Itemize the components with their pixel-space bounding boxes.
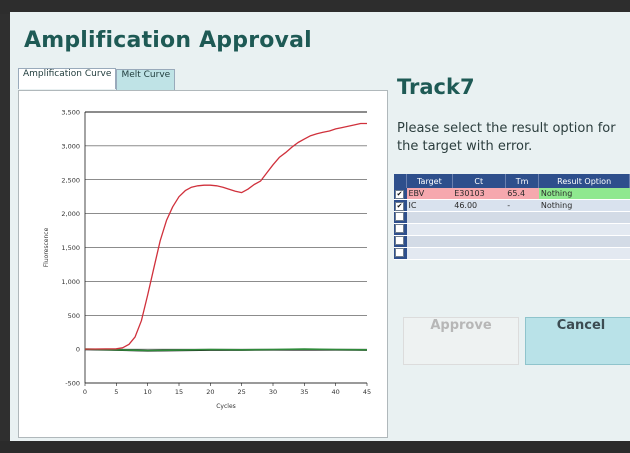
empty-table-row[interactable] — [394, 223, 630, 236]
tab-melt-curve[interactable]: Melt Curve — [116, 69, 176, 90]
x-axis-title: Cycles — [216, 403, 236, 410]
cell-ct: E30103 — [452, 188, 506, 200]
amplification-chart-panel: -500 0 500 1,000 1,500 2,000 2,500 3,000 3,500 0 5… — [18, 90, 388, 438]
row-checkbox-cell[interactable] — [394, 223, 407, 236]
table-row[interactable]: ✔ EBV E30103 65.4 Nothing — [394, 188, 630, 200]
empty-table-row[interactable] — [394, 211, 630, 224]
table-header-row: Target Ct Tm Result Option — [394, 174, 630, 188]
column-header-result-option: Result Option — [538, 174, 630, 188]
cell-tm: 65.4 — [505, 188, 539, 200]
row-checkbox-cell[interactable] — [394, 211, 407, 224]
row-checkbox[interactable] — [395, 248, 404, 257]
amplification-chart: -50005001,0001,5002,0002,5003,0003,5000 5… — [43, 109, 371, 411]
empty-table-row[interactable] — [394, 235, 630, 248]
row-checkbox-cell[interactable] — [394, 235, 407, 248]
x-tick-label: 10 — [144, 388, 152, 396]
bottom-strip — [0, 441, 630, 453]
y-tick-label: 1,000 — [61, 278, 80, 286]
result-table: Target Ct Tm Result Option ✔ EBV E30103 … — [394, 174, 630, 260]
x-tick-label: 0 — [83, 388, 87, 396]
result-prompt: Please select the result option for the … — [397, 121, 616, 154]
row-checkbox-cell[interactable] — [394, 247, 407, 260]
y-tick-label: 500 — [68, 312, 80, 320]
amplification-approval-dialog: Amplification Approval Amplification Cur… — [10, 12, 630, 453]
row-checkbox[interactable]: ✔ — [395, 189, 404, 199]
y-tick-label: -500 — [65, 380, 80, 388]
checkbox-column-header — [394, 174, 407, 188]
x-tick-label: 15 — [175, 388, 183, 396]
cancel-button[interactable]: Cancel — [525, 317, 630, 365]
x-tick-label: 45 — [363, 388, 371, 396]
y-tick-label: 1,500 — [61, 244, 80, 252]
y-axis-title: Fluorescence — [43, 227, 50, 267]
x-tick-label: 30 — [269, 388, 277, 396]
chart-tabs: Amplification Curve Melt Curve — [18, 68, 176, 90]
x-tick-label: 25 — [238, 388, 246, 396]
tab-amplification-curve[interactable]: Amplification Curve — [18, 68, 117, 89]
cell-result-option[interactable]: Nothing — [538, 188, 630, 200]
track-title: Track7 — [397, 75, 475, 99]
row-checkbox[interactable]: ✔ — [395, 201, 404, 211]
cell-ct: 46.00 — [452, 199, 506, 212]
empty-table-row[interactable] — [394, 247, 630, 260]
table-row[interactable]: ✔ IC 46.00 - Nothing — [394, 199, 630, 212]
dialog-title: Amplification Approval — [24, 28, 312, 53]
cell-target: EBV — [406, 188, 453, 200]
y-tick-label: 0 — [76, 346, 80, 354]
y-tick-label: 2,000 — [61, 210, 80, 218]
y-tick-label: 3,500 — [61, 109, 80, 117]
x-tick-label: 40 — [332, 388, 340, 396]
column-header-tm: Tm — [505, 174, 540, 188]
approve-button[interactable]: Approve — [403, 317, 519, 365]
row-checkbox-cell[interactable]: ✔ — [394, 199, 407, 212]
column-header-target: Target — [406, 174, 453, 188]
row-checkbox[interactable] — [395, 236, 404, 245]
cell-result-option[interactable]: Nothing — [538, 199, 630, 212]
column-header-ct: Ct — [452, 174, 506, 188]
row-checkbox[interactable] — [395, 212, 404, 221]
row-checkbox-cell[interactable]: ✔ — [394, 188, 407, 200]
x-tick-label: 5 — [114, 388, 118, 396]
row-checkbox[interactable] — [395, 224, 404, 233]
x-tick-label: 20 — [206, 388, 214, 396]
x-tick-label: 35 — [300, 388, 308, 396]
cell-target: IC — [406, 199, 453, 212]
y-tick-label: 3,000 — [61, 142, 80, 150]
y-tick-label: 2,500 — [61, 176, 80, 184]
cell-tm: - — [505, 199, 539, 212]
